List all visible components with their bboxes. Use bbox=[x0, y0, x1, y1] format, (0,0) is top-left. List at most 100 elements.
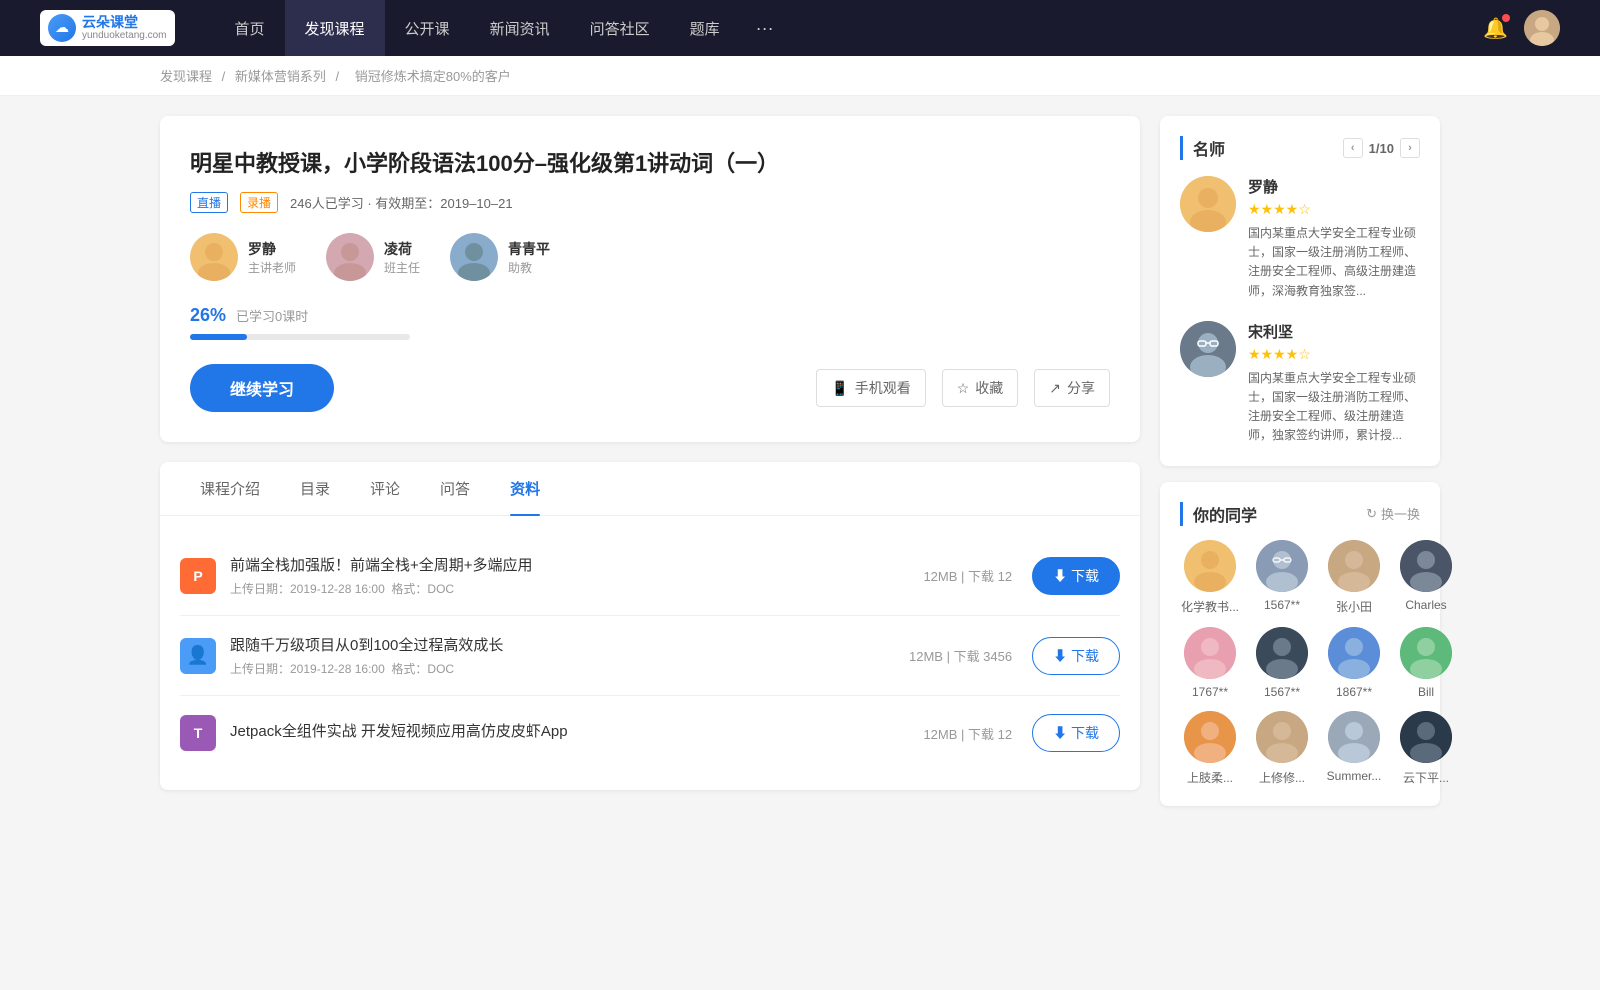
cm-avatar-1 bbox=[1256, 540, 1308, 592]
file-item-2: T Jetpack全组件实战 开发短视频应用高仿皮皮虾App 12MB | 下载… bbox=[180, 696, 1120, 770]
nav-item-exam[interactable]: 题库 bbox=[670, 0, 740, 56]
mobile-watch-btn[interactable]: 📱 手机观看 bbox=[816, 369, 925, 407]
classmates-grid: 化学教书... 1567** bbox=[1180, 540, 1420, 786]
tabs-header: 课程介绍 目录 评论 问答 资料 bbox=[160, 462, 1140, 516]
tabs-content: P 前端全栈加强版！前端全栈+全周期+多端应用 上传日期：2019-12-28 … bbox=[160, 516, 1140, 790]
course-meta: 直播 录播 246人已学习 · 有效期至：2019–10–21 bbox=[190, 192, 1110, 213]
progress-pct: 26% bbox=[190, 305, 226, 326]
teacher-pagination: ‹ 1/10 › bbox=[1343, 138, 1420, 158]
cm-avatar-7 bbox=[1400, 627, 1452, 679]
logo-icon: ☁ bbox=[48, 14, 76, 42]
share-btn[interactable]: ↗ 分享 bbox=[1034, 369, 1110, 407]
file-info-0: 前端全栈加强版！前端全栈+全周期+多端应用 上传日期：2019-12-28 16… bbox=[230, 554, 923, 597]
logo-area[interactable]: ☁ 云朵课堂 yunduoketang.com bbox=[40, 10, 175, 47]
cm-name-4: 1767** bbox=[1180, 685, 1240, 699]
cm-name-7: Bill bbox=[1396, 685, 1456, 699]
cm-avatar-8 bbox=[1184, 711, 1236, 763]
nav-item-discover[interactable]: 发现课程 bbox=[285, 0, 385, 56]
nav-item-open[interactable]: 公开课 bbox=[385, 0, 470, 56]
breadcrumb-series[interactable]: 新媒体营销系列 bbox=[235, 69, 326, 84]
classmate-5: 1567** bbox=[1252, 627, 1312, 699]
nav-item-qa[interactable]: 问答社区 bbox=[570, 0, 670, 56]
tab-resource[interactable]: 资料 bbox=[490, 462, 560, 515]
cm-avatar-0 bbox=[1184, 540, 1236, 592]
tab-review[interactable]: 评论 bbox=[350, 462, 420, 515]
download-btn-2[interactable]: ⬇ 下载 bbox=[1032, 714, 1120, 752]
teacher-name-2: 青青平 bbox=[508, 239, 550, 259]
classmate-3: Charles bbox=[1396, 540, 1456, 615]
cm-avatar-10 bbox=[1328, 711, 1380, 763]
nav-right: 🔔 bbox=[1483, 10, 1560, 46]
breadcrumb-discover[interactable]: 发现课程 bbox=[160, 69, 212, 84]
user-avatar-nav[interactable] bbox=[1524, 10, 1560, 46]
cm-avatar-3 bbox=[1400, 540, 1452, 592]
nav-item-home[interactable]: 首页 bbox=[215, 0, 285, 56]
teachers-row: 罗静 主讲老师 凌荷 班主任 bbox=[190, 233, 1110, 281]
sidebar-area: 名师 ‹ 1/10 › bbox=[1160, 116, 1440, 822]
teacher-avatar-1 bbox=[326, 233, 374, 281]
mobile-icon: 📱 bbox=[831, 380, 848, 397]
classmate-0: 化学教书... bbox=[1180, 540, 1240, 615]
file-name-0: 前端全栈加强版！前端全栈+全周期+多端应用 bbox=[230, 554, 923, 575]
cm-name-1: 1567** bbox=[1252, 598, 1312, 612]
classmate-6: 1867** bbox=[1324, 627, 1384, 699]
classmate-8: 上肢柔... bbox=[1180, 711, 1240, 786]
sidebar-teacher-name-1: 宋利坚 bbox=[1248, 321, 1420, 342]
download-btn-1[interactable]: ⬇ 下载 bbox=[1032, 637, 1120, 675]
tab-intro[interactable]: 课程介绍 bbox=[180, 462, 280, 515]
content-area: 明星中教授课，小学阶段语法100分–强化级第1讲动词（一） 直播 录播 246人… bbox=[160, 116, 1140, 822]
continue-btn[interactable]: 继续学习 bbox=[190, 364, 334, 412]
nav-item-news[interactable]: 新闻资讯 bbox=[470, 0, 570, 56]
bell-icon[interactable]: 🔔 bbox=[1483, 16, 1508, 41]
file-name-1: 跟随千万级项目从0到100全过程高效成长 bbox=[230, 634, 909, 655]
cm-avatar-4 bbox=[1184, 627, 1236, 679]
teacher-2: 青青平 助教 bbox=[450, 233, 550, 281]
teacher-name-0: 罗静 bbox=[248, 239, 296, 259]
classmate-9: 上修修... bbox=[1252, 711, 1312, 786]
file-item-0: P 前端全栈加强版！前端全栈+全周期+多端应用 上传日期：2019-12-28 … bbox=[180, 536, 1120, 616]
main-layout: 明星中教授课，小学阶段语法100分–强化级第1讲动词（一） 直播 录播 246人… bbox=[140, 116, 1460, 822]
refresh-icon: ↻ bbox=[1366, 506, 1377, 522]
teacher-role-2: 助教 bbox=[508, 259, 550, 276]
prev-page-btn[interactable]: ‹ bbox=[1343, 138, 1363, 158]
navbar: ☁ 云朵课堂 yunduoketang.com 首页 发现课程 公开课 新闻资讯… bbox=[0, 0, 1600, 56]
next-page-btn[interactable]: › bbox=[1400, 138, 1420, 158]
logo-box: ☁ 云朵课堂 yunduoketang.com bbox=[40, 10, 175, 47]
breadcrumb: 发现课程 / 新媒体营销系列 / 销冠修炼术搞定80%的客户 bbox=[0, 56, 1600, 96]
cm-avatar-6 bbox=[1328, 627, 1380, 679]
sidebar-teacher-1: 宋利坚 ★★★★☆ 国内某重点大学安全工程专业硕士，国家一级注册消防工程师、注册… bbox=[1180, 321, 1420, 446]
sidebar-teacher-info-0: 罗静 ★★★★☆ 国内某重点大学安全工程专业硕士，国家一级注册消防工程师、注册安… bbox=[1248, 176, 1420, 301]
action-row: 继续学习 📱 手机观看 ☆ 收藏 ↗ 分享 bbox=[190, 364, 1110, 412]
cm-name-11: 云下平... bbox=[1396, 769, 1456, 786]
collect-btn[interactable]: ☆ 收藏 bbox=[942, 369, 1019, 407]
refresh-btn[interactable]: ↻ 换一换 bbox=[1366, 504, 1420, 523]
sidebar-teacher-stars-1: ★★★★☆ bbox=[1248, 346, 1420, 363]
tag-record: 录播 bbox=[240, 192, 278, 213]
sidebar-teacher-stars-0: ★★★★☆ bbox=[1248, 201, 1420, 218]
download-btn-0[interactable]: ⬇ 下载 bbox=[1032, 557, 1120, 595]
course-title: 明星中教授课，小学阶段语法100分–强化级第1讲动词（一） bbox=[190, 146, 1110, 178]
classmates-card: 你的同学 ↻ 换一换 化学教书... bbox=[1160, 482, 1440, 806]
tab-qa[interactable]: 问答 bbox=[420, 462, 490, 515]
course-meta-text: 246人已学习 · 有效期至：2019–10–21 bbox=[290, 193, 513, 212]
sidebar-teacher-info-1: 宋利坚 ★★★★☆ 国内某重点大学安全工程专业硕士，国家一级注册消防工程师、注册… bbox=[1248, 321, 1420, 446]
file-meta-0: 上传日期：2019-12-28 16:00 格式：DOC bbox=[230, 580, 923, 597]
classmate-4: 1767** bbox=[1180, 627, 1240, 699]
cm-avatar-5 bbox=[1256, 627, 1308, 679]
nav-more[interactable]: ··· bbox=[740, 0, 790, 56]
file-icon-2: T bbox=[180, 715, 216, 751]
course-card: 明星中教授课，小学阶段语法100分–强化级第1讲动词（一） 直播 录播 246人… bbox=[160, 116, 1140, 442]
cm-avatar-9 bbox=[1256, 711, 1308, 763]
sidebar-teacher-avatar-1 bbox=[1180, 321, 1236, 377]
share-icon: ↗ bbox=[1049, 380, 1061, 397]
tab-catalog[interactable]: 目录 bbox=[280, 462, 350, 515]
file-name-2: Jetpack全组件实战 开发短视频应用高仿皮皮虾App bbox=[230, 720, 923, 741]
teachers-sidebar-card: 名师 ‹ 1/10 › bbox=[1160, 116, 1440, 466]
star-icon: ☆ bbox=[957, 380, 970, 397]
sidebar-teacher-0: 罗静 ★★★★☆ 国内某重点大学安全工程专业硕士，国家一级注册消防工程师、注册安… bbox=[1180, 176, 1420, 301]
progress-bar bbox=[190, 334, 410, 340]
cm-name-9: 上修修... bbox=[1252, 769, 1312, 786]
teachers-sidebar-title: 名师 ‹ 1/10 › bbox=[1180, 136, 1420, 160]
bell-dot bbox=[1502, 14, 1510, 22]
teacher-avatar-2 bbox=[450, 233, 498, 281]
